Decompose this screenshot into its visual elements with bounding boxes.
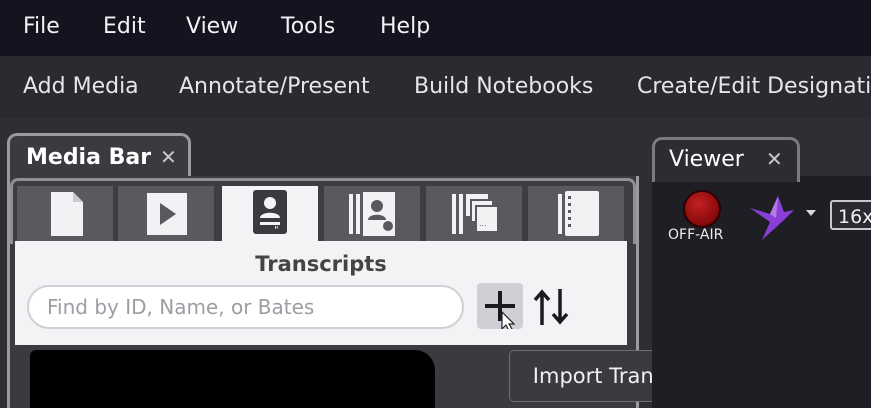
- media-bar-tab-label: Media Bar: [26, 145, 152, 170]
- workflow-toolbar: Add Media Annotate/Present Build Noteboo…: [0, 56, 871, 118]
- off-air-label: OFF-AIR: [668, 227, 724, 243]
- menu-view[interactable]: View: [186, 14, 238, 39]
- presenter-bird-icon[interactable]: [748, 194, 796, 246]
- aspect-ratio-select[interactable]: 16x: [830, 200, 871, 230]
- transcripts-tab[interactable]: ": [222, 186, 318, 241]
- svg-text:": ": [274, 225, 279, 236]
- viewer-close-icon[interactable]: ✕: [766, 147, 783, 171]
- menu-help[interactable]: Help: [380, 14, 430, 39]
- sort-button[interactable]: [530, 285, 574, 329]
- off-air-indicator-icon[interactable]: [683, 190, 721, 228]
- witness-tab[interactable]: [324, 186, 420, 241]
- menu-edit[interactable]: Edit: [103, 14, 146, 39]
- exhibits-stack-icon: ...: [452, 194, 499, 234]
- transcripts-pane: Transcripts: [15, 241, 627, 345]
- plus-icon: [485, 291, 516, 332]
- add-media-button[interactable]: Add Media: [23, 74, 139, 99]
- menu-tools[interactable]: Tools: [281, 14, 335, 39]
- create-edit-designations-button[interactable]: Create/Edit Designati: [637, 74, 871, 99]
- viewer-tab-label: Viewer: [669, 147, 744, 172]
- section-title: Transcripts: [255, 252, 387, 276]
- video-play-icon: [147, 193, 187, 235]
- video-tab[interactable]: [118, 186, 214, 241]
- list-item[interactable]: [30, 350, 435, 408]
- import-transcripts-button[interactable]: [477, 283, 523, 332]
- viewer-tab[interactable]: Viewer ✕: [652, 137, 800, 182]
- exhibits-tab[interactable]: ...: [426, 186, 522, 241]
- notebooks-tab[interactable]: [528, 186, 624, 241]
- menu-file[interactable]: File: [23, 14, 60, 39]
- search-input[interactable]: [27, 285, 464, 329]
- media-bar-close-icon[interactable]: ✕: [160, 145, 177, 169]
- transcript-icon: ": [253, 190, 287, 236]
- build-notebooks-button[interactable]: Build Notebooks: [414, 74, 593, 99]
- chevron-down-icon[interactable]: [806, 210, 816, 216]
- media-bar-tab[interactable]: Media Bar ✕: [7, 133, 191, 182]
- menu-bar: File Edit View Tools Help: [0, 0, 871, 56]
- documents-icon: [51, 192, 83, 236]
- notebook-icon: [558, 191, 599, 236]
- sort-up-down-icon: [533, 289, 569, 325]
- documents-tab[interactable]: [17, 186, 113, 241]
- svg-text:...: ...: [479, 219, 487, 228]
- witness-deposition-icon: [349, 192, 395, 236]
- annotate-present-button[interactable]: Annotate/Present: [179, 74, 370, 99]
